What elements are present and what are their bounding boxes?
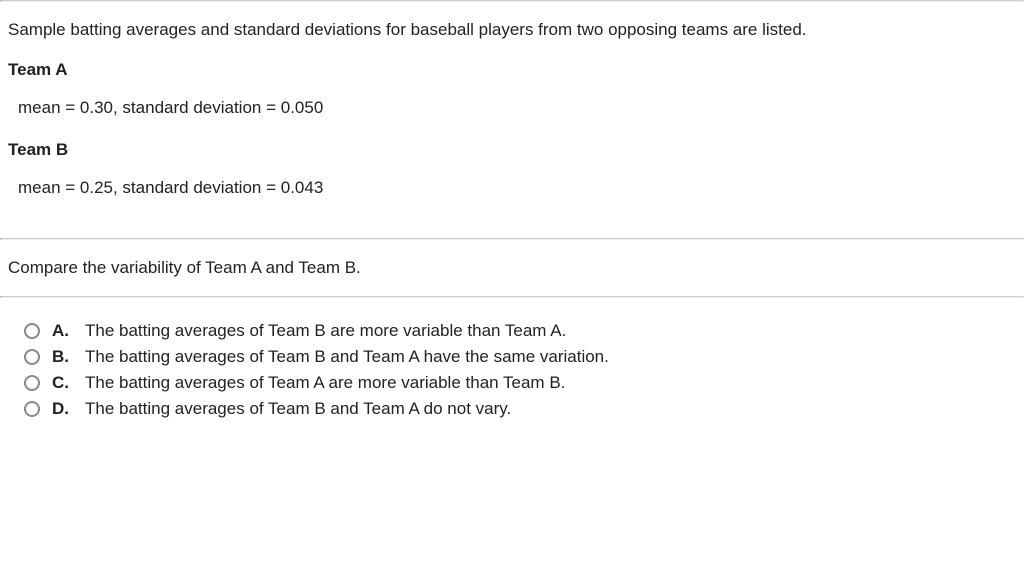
option-a[interactable]: A. The batting averages of Team B are mo… bbox=[8, 318, 1016, 344]
answer-options: A. The batting averages of Team B are mo… bbox=[0, 298, 1024, 422]
option-letter: A. bbox=[52, 321, 69, 341]
radio-icon bbox=[24, 323, 40, 339]
intro-text: Sample batting averages and standard dev… bbox=[8, 20, 1016, 40]
option-text: The batting averages of Team B and Team … bbox=[75, 399, 511, 419]
option-b[interactable]: B. The batting averages of Team B and Te… bbox=[8, 344, 1016, 370]
option-c[interactable]: C. The batting averages of Team A are mo… bbox=[8, 370, 1016, 396]
problem-statement-section: Sample batting averages and standard dev… bbox=[0, 2, 1024, 238]
team-b-stats: mean = 0.25, standard deviation = 0.043 bbox=[8, 178, 1016, 198]
team-a-heading: Team A bbox=[8, 60, 1016, 80]
option-text: The batting averages of Team A are more … bbox=[75, 373, 565, 393]
question-container: Sample batting averages and standard dev… bbox=[0, 0, 1024, 422]
radio-icon bbox=[24, 349, 40, 365]
option-letter: C. bbox=[52, 373, 69, 393]
radio-icon bbox=[24, 375, 40, 391]
option-letter: D. bbox=[52, 399, 69, 419]
option-d[interactable]: D. The batting averages of Team B and Te… bbox=[8, 396, 1016, 422]
question-text: Compare the variability of Team A and Te… bbox=[8, 258, 1016, 278]
question-section: Compare the variability of Team A and Te… bbox=[0, 240, 1024, 296]
team-a-stats: mean = 0.30, standard deviation = 0.050 bbox=[8, 98, 1016, 118]
option-letter: B. bbox=[52, 347, 69, 367]
option-text: The batting averages of Team B are more … bbox=[75, 321, 566, 341]
radio-icon bbox=[24, 401, 40, 417]
option-text: The batting averages of Team B and Team … bbox=[75, 347, 609, 367]
team-b-heading: Team B bbox=[8, 140, 1016, 160]
